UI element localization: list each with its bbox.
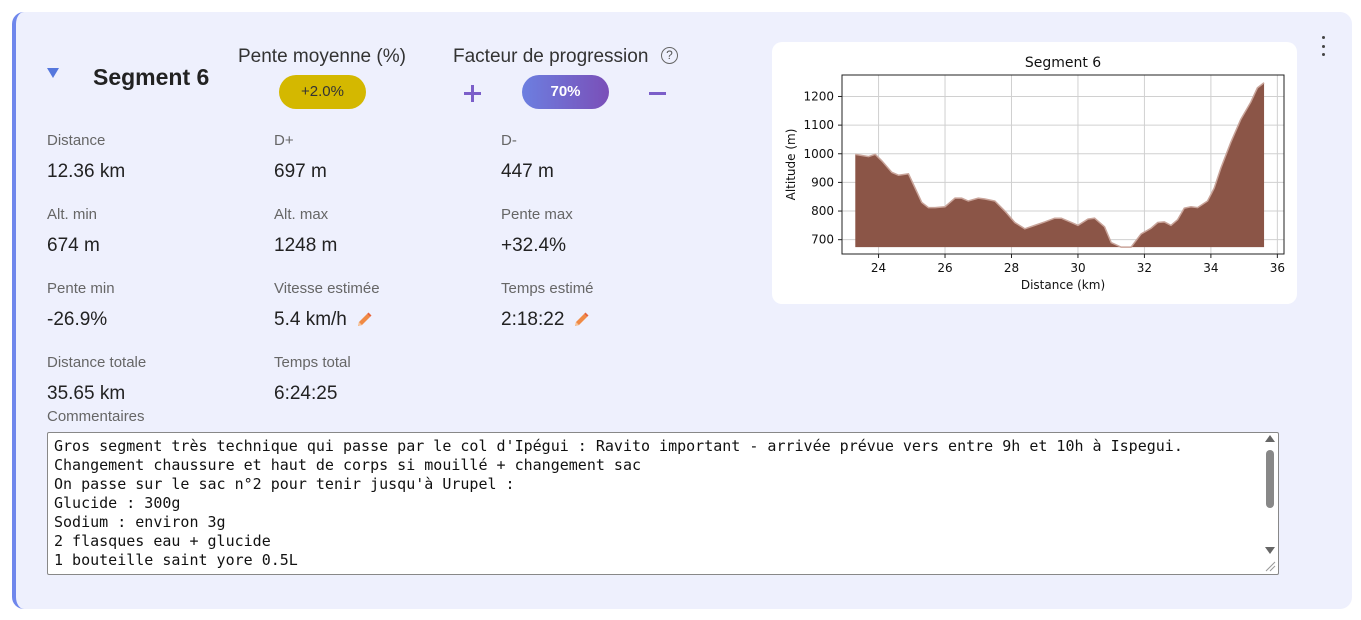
- y-tick-label: 800: [811, 204, 834, 218]
- segment-title: Segment 6: [93, 64, 210, 90]
- comments-label: Commentaires: [47, 408, 145, 425]
- x-tick-label: 26: [937, 261, 952, 275]
- stat-distance: Distance 12.36 km: [47, 132, 125, 183]
- comments-textarea[interactable]: Gros segment très technique qui passe pa…: [47, 432, 1279, 575]
- x-tick-label: 36: [1270, 261, 1285, 275]
- x-tick-label: 24: [871, 261, 886, 275]
- scroll-thumb[interactable]: [1266, 450, 1274, 508]
- stat-total-distance: Distance totale 35.65 km: [47, 354, 146, 405]
- x-tick-label: 30: [1070, 261, 1085, 275]
- stat-label: Distance totale: [47, 354, 147, 371]
- elevation-chart: 24 26 28 30 32 34 36 700 800 900 1000 1100 1200 Segme…: [784, 55, 1285, 292]
- stat-label: Alt. max: [274, 206, 329, 223]
- stat-estimated-speed: Vitesse estimée 5.4 km/h: [274, 280, 380, 331]
- y-axis-label: Altitude (m): [784, 129, 798, 201]
- stat-value: 5.4 km/h: [274, 309, 380, 331]
- stat-value: 12.36 km: [47, 161, 126, 182]
- average-slope-badge: +2.0%: [279, 75, 366, 109]
- y-tick-label: 1000: [803, 147, 834, 161]
- stat-label: Alt. min: [47, 206, 98, 223]
- progression-factor-label: Facteur de progression: [453, 46, 649, 67]
- stat-label: Pente max: [501, 206, 573, 223]
- stat-value: +32.4%: [501, 235, 566, 256]
- y-tick-label: 900: [811, 175, 834, 189]
- elevation-chart-card: 24 26 28 30 32 34 36 700 800 900 1000 1100 1200 Segme…: [772, 42, 1297, 304]
- x-tick-label: 32: [1137, 261, 1152, 275]
- x-tick-label: 28: [1004, 261, 1019, 275]
- stat-elevation-gain: D+ 697 m: [274, 132, 327, 183]
- stat-label: Distance: [47, 132, 106, 149]
- stat-slope-max: Pente max +32.4%: [501, 206, 573, 257]
- stat-value: -26.9%: [47, 309, 108, 330]
- x-tick-label: 34: [1203, 261, 1218, 275]
- stat-total-time: Temps total 6:24:25: [274, 354, 351, 405]
- stat-label: Pente min: [47, 280, 115, 297]
- chart-title: Segment 6: [1025, 55, 1101, 71]
- stat-value: 697 m: [274, 161, 327, 182]
- y-tick-label: 1200: [803, 89, 834, 103]
- stat-label: Temps total: [274, 354, 351, 371]
- resize-handle-icon[interactable]: [1264, 560, 1276, 572]
- stat-value: 2:18:22: [501, 309, 594, 331]
- edit-speed-pencil-icon[interactable]: [355, 311, 373, 329]
- scroll-up-arrow-icon[interactable]: [1265, 435, 1275, 442]
- collapse-triangle-icon[interactable]: [47, 68, 59, 78]
- decrease-progression-button[interactable]: [645, 80, 671, 106]
- stat-value: 674 m: [47, 235, 100, 256]
- scroll-down-arrow-icon[interactable]: [1265, 547, 1275, 554]
- stat-alt-max: Alt. max 1248 m: [274, 206, 337, 257]
- stat-label: D-: [501, 132, 517, 149]
- stat-label: D+: [274, 132, 294, 149]
- stat-estimated-time: Temps estimé 2:18:22: [501, 280, 594, 331]
- stat-elevation-loss: D- 447 m: [501, 132, 554, 183]
- elevation-area: [855, 82, 1265, 248]
- stat-label: Temps estimé: [501, 280, 594, 297]
- y-tick-label: 1100: [803, 118, 834, 132]
- average-slope-label: Pente moyenne (%): [238, 46, 406, 67]
- stat-slope-min: Pente min -26.9%: [47, 280, 115, 331]
- stat-value: 1248 m: [274, 235, 338, 256]
- help-icon[interactable]: ?: [661, 47, 678, 64]
- more-options-icon[interactable]: [1312, 36, 1334, 56]
- stat-alt-min: Alt. min 674 m: [47, 206, 100, 257]
- y-tick-label: 700: [811, 233, 834, 247]
- comments-scrollbar[interactable]: [1264, 435, 1276, 557]
- x-axis-label: Distance (km): [1021, 278, 1105, 292]
- stat-value: 35.65 km: [47, 383, 126, 404]
- stat-label: Vitesse estimée: [274, 280, 380, 297]
- edit-time-pencil-icon[interactable]: [572, 311, 590, 329]
- stat-value: 447 m: [501, 161, 554, 182]
- progression-factor-badge: 70%: [522, 75, 609, 109]
- stat-value: 6:24:25: [274, 383, 338, 404]
- increase-progression-button[interactable]: [460, 80, 486, 106]
